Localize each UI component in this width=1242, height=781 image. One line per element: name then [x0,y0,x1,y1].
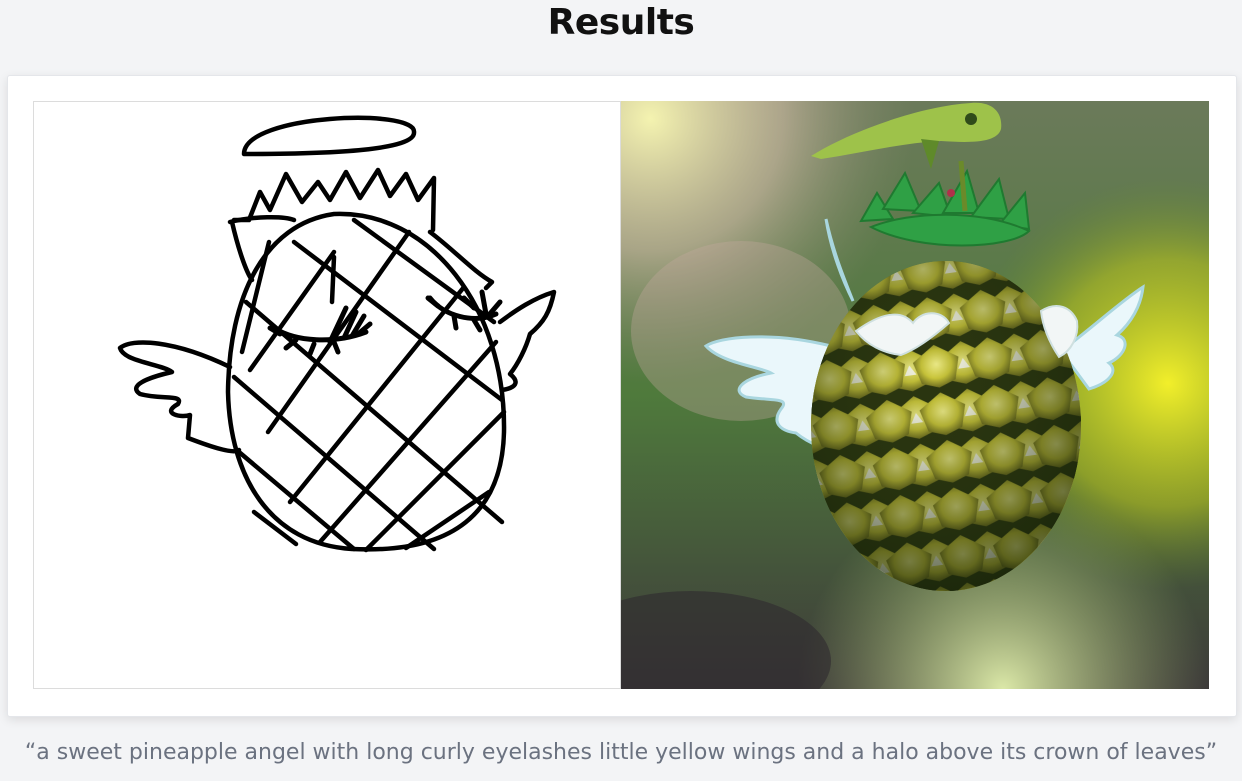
generated-image [621,101,1209,689]
results-card [7,75,1237,717]
prompt-caption: “a sweet pineapple angel with long curly… [24,740,1218,765]
sketch-image [33,101,621,689]
page-title: Results [547,2,695,43]
